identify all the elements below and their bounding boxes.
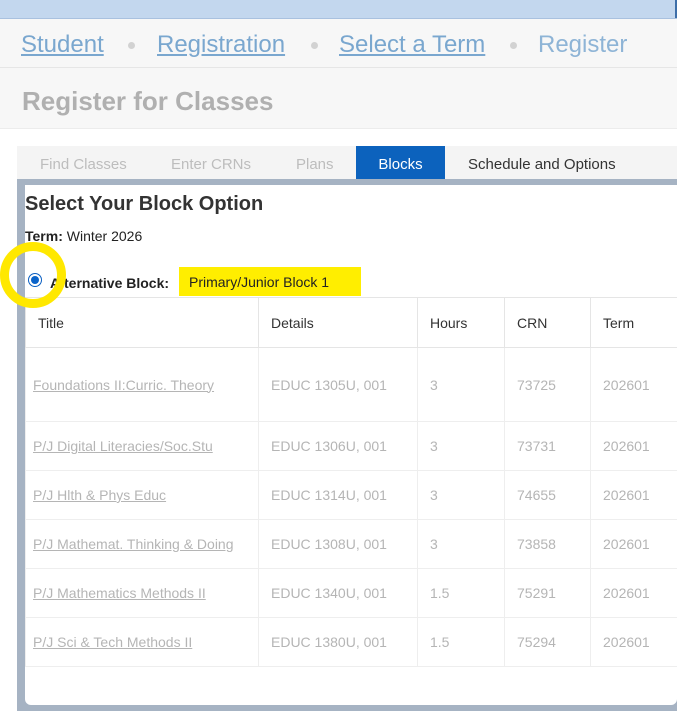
cell-hours: 3 — [417, 519, 505, 569]
alternative-block-label: Alternative Block: — [50, 275, 170, 291]
cell-crn: 73731 — [504, 421, 591, 471]
cell-details: EDUC 1306U, 001 — [258, 421, 418, 471]
cell-term: 202601 — [590, 519, 677, 569]
cell-title: P/J Sci & Tech Methods II — [25, 617, 259, 667]
course-title-link[interactable]: P/J Digital Literacies/Soc.Stu — [33, 438, 213, 454]
breadcrumb-separator — [311, 42, 318, 49]
tab-schedule-options[interactable]: Schedule and Options — [468, 146, 616, 180]
term-value: Winter 2026 — [66, 228, 143, 244]
cell-details: EDUC 1305U, 001 — [258, 347, 418, 422]
course-title-link[interactable]: P/J Hlth & Phys Educ — [33, 487, 166, 503]
tab-find-classes[interactable]: Find Classes — [40, 146, 127, 180]
table-row: P/J Hlth & Phys Educ EDUC 1314U, 001 3 7… — [25, 470, 677, 520]
table-row: P/J Mathematics Methods II EDUC 1340U, 0… — [25, 568, 677, 618]
table-row: P/J Mathemat. Thinking & Doing EDUC 1308… — [25, 519, 677, 569]
column-header-term: Term — [590, 297, 677, 348]
cell-details: EDUC 1314U, 001 — [258, 470, 418, 520]
cell-term: 202601 — [590, 617, 677, 667]
cell-title: P/J Mathemat. Thinking & Doing — [25, 519, 259, 569]
blocks-panel: Select Your Block Option Term: Winter 20… — [17, 179, 677, 711]
cell-hours: 3 — [417, 470, 505, 520]
cell-title: Foundations II:Curric. Theory — [25, 347, 259, 422]
cell-details: EDUC 1380U, 001 — [258, 617, 418, 667]
tab-bar: Find Classes Enter CRNs Plans Blocks Sch… — [17, 146, 677, 180]
cell-title: P/J Hlth & Phys Educ — [25, 470, 259, 520]
blocks-panel-content: Select Your Block Option Term: Winter 20… — [25, 185, 677, 705]
section-title: Select Your Block Option — [25, 193, 264, 215]
column-header-crn: CRN — [504, 297, 591, 348]
highlight-ring-annotation — [0, 242, 66, 308]
course-title-link[interactable]: P/J Mathemat. Thinking & Doing — [33, 536, 234, 552]
cell-hours: 1.5 — [417, 568, 505, 618]
breadcrumb-registration[interactable]: Registration — [157, 31, 285, 59]
cell-details: EDUC 1308U, 001 — [258, 519, 418, 569]
cell-title: P/J Mathematics Methods II — [25, 568, 259, 618]
block-name-highlight: Primary/Junior Block 1 — [179, 267, 361, 296]
breadcrumb-separator — [510, 42, 517, 49]
cell-term: 202601 — [590, 470, 677, 520]
column-header-hours: Hours — [417, 297, 505, 348]
tab-blocks[interactable]: Blocks — [356, 146, 445, 180]
tab-plans[interactable]: Plans — [296, 146, 334, 180]
table-row: Foundations II:Curric. Theory EDUC 1305U… — [25, 347, 677, 422]
cell-crn: 74655 — [504, 470, 591, 520]
term-line: Term: Winter 2026 — [25, 228, 142, 244]
table-row: P/J Sci & Tech Methods II EDUC 1380U, 00… — [25, 617, 677, 667]
cell-hours: 3 — [417, 347, 505, 422]
cell-term: 202601 — [590, 568, 677, 618]
course-title-link[interactable]: P/J Mathematics Methods II — [33, 585, 206, 601]
course-title-link[interactable]: P/J Sci & Tech Methods II — [33, 634, 192, 650]
cell-hours: 1.5 — [417, 617, 505, 667]
cell-term: 202601 — [590, 421, 677, 471]
browser-top-bar — [0, 0, 677, 19]
cell-crn: 73725 — [504, 347, 591, 422]
breadcrumb-register: Register — [538, 31, 628, 58]
block-courses-table: Title Details Hours CRN Term Foundations… — [25, 297, 677, 667]
cell-title: P/J Digital Literacies/Soc.Stu — [25, 421, 259, 471]
tab-enter-crns[interactable]: Enter CRNs — [171, 146, 251, 180]
page-title: Register for Classes — [22, 86, 274, 116]
breadcrumb-select-term[interactable]: Select a Term — [339, 31, 485, 59]
page-header: Register for Classes — [0, 68, 677, 129]
cell-hours: 3 — [417, 421, 505, 471]
column-header-title: Title — [25, 297, 259, 348]
cell-crn: 73858 — [504, 519, 591, 569]
course-title-link[interactable]: Foundations II:Curric. Theory — [33, 377, 214, 393]
column-header-details: Details — [258, 297, 418, 348]
table-row: P/J Digital Literacies/Soc.Stu EDUC 1306… — [25, 421, 677, 471]
breadcrumb: Student Registration Select a Term Regis… — [0, 19, 677, 68]
cell-crn: 75291 — [504, 568, 591, 618]
cell-crn: 75294 — [504, 617, 591, 667]
breadcrumb-separator — [128, 42, 135, 49]
table-header-row: Title Details Hours CRN Term — [25, 297, 677, 348]
cell-term: 202601 — [590, 347, 677, 422]
cell-details: EDUC 1340U, 001 — [258, 568, 418, 618]
breadcrumb-student[interactable]: Student — [21, 31, 104, 59]
